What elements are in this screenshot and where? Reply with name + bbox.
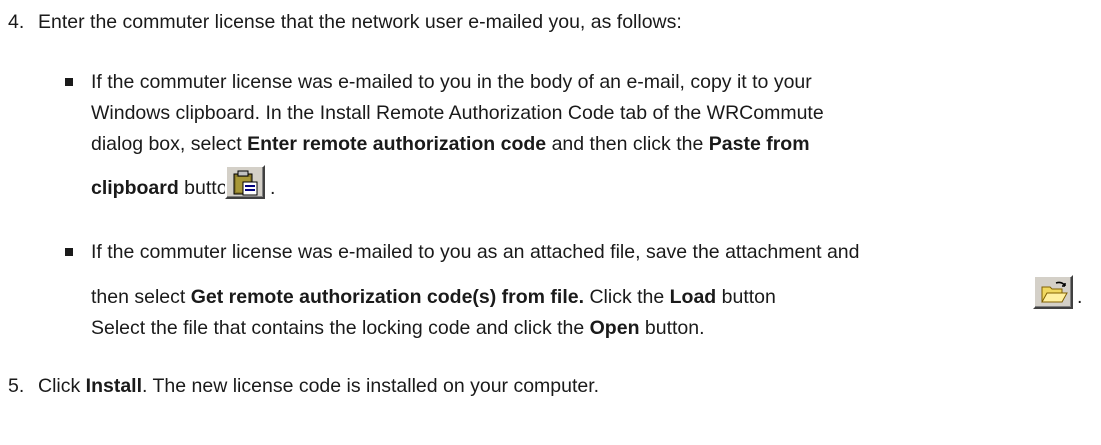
bullet-1-line-4: clipboard button xyxy=(91,177,239,199)
bullet-marker xyxy=(65,78,73,86)
paste-from-clipboard-button[interactable] xyxy=(225,165,265,199)
bullet-1-line-3: dialog box, select Enter remote authoriz… xyxy=(91,133,810,155)
ui-label-install: Install xyxy=(85,375,143,397)
ui-label-get-remote-authorization-code-from-file: Get remote authorization code(s) from fi… xyxy=(190,286,585,308)
ui-label-open: Open xyxy=(589,317,640,339)
step-5-number: 5. xyxy=(8,375,25,397)
bullet-1-line-2: Windows clipboard. In the Install Remote… xyxy=(91,102,824,124)
ui-label-enter-remote-authorization-code: Enter remote authorization code xyxy=(247,133,547,155)
load-button[interactable] xyxy=(1033,275,1073,309)
bullet-2-period: . xyxy=(1077,286,1083,308)
ui-label-load: Load xyxy=(669,286,717,308)
bullet-1-period: . xyxy=(270,177,276,199)
bullet-2-line-3: Select the file that contains the lockin… xyxy=(91,317,705,339)
open-folder-icon xyxy=(1041,281,1068,303)
paste-clipboard-icon xyxy=(233,170,258,196)
bullet-marker xyxy=(65,248,73,256)
ui-label-paste-from: Paste from xyxy=(708,133,810,155)
bullet-2-line-1: If the commuter license was e-mailed to … xyxy=(91,241,860,263)
bullet-2-line-2: then select Get remote authorization cod… xyxy=(91,286,776,308)
bullet-1-line-1: If the commuter license was e-mailed to … xyxy=(91,71,812,93)
step-4-number: 4. xyxy=(8,11,25,33)
step-4-text: Enter the commuter license that the netw… xyxy=(38,11,682,33)
step-5-text: Click Install. The new license code is i… xyxy=(38,375,600,397)
ui-label-clipboard: clipboard xyxy=(91,177,179,199)
